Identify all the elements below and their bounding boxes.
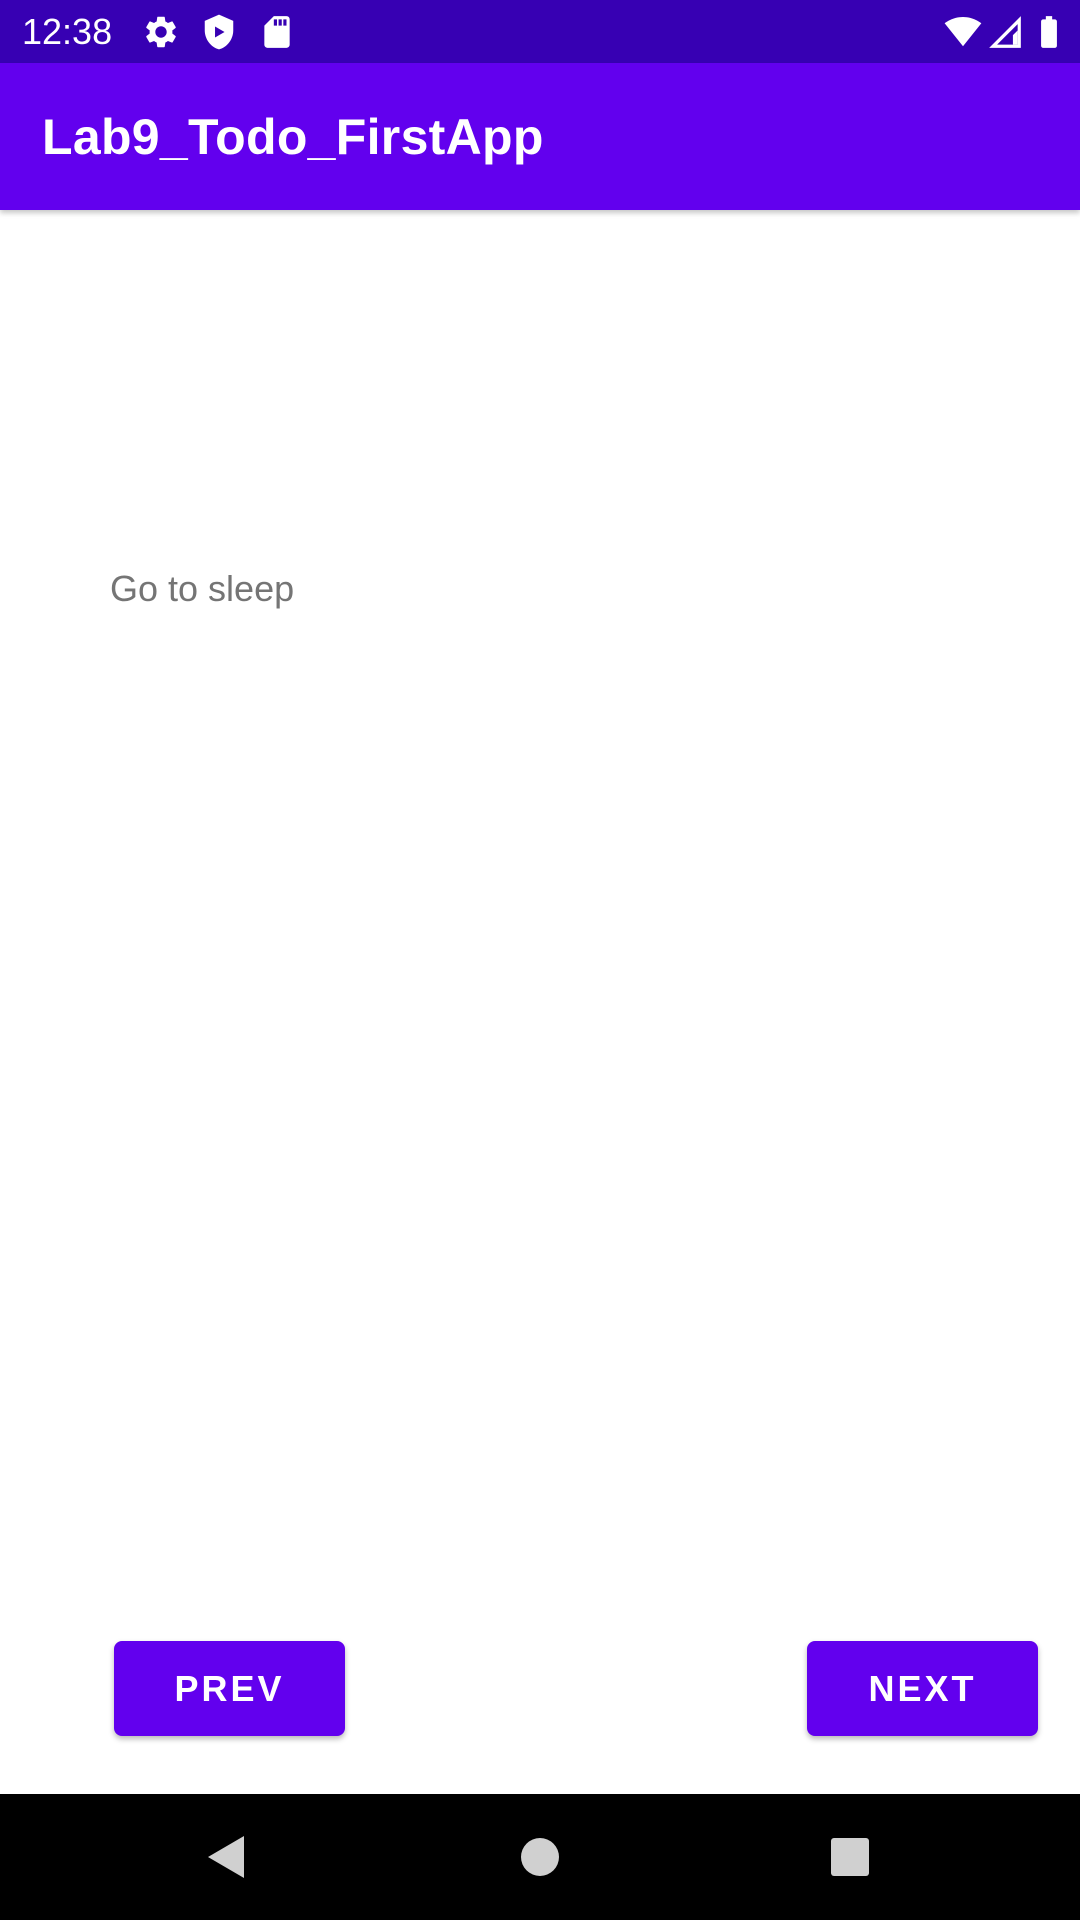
next-button[interactable]: NEXT (807, 1641, 1038, 1736)
sd-card-icon (258, 13, 296, 51)
back-icon[interactable] (189, 1821, 261, 1893)
app-bar: Lab9_Todo_FirstApp (0, 63, 1080, 210)
status-bar: 12:38 (0, 0, 1080, 63)
gear-icon (142, 13, 180, 51)
battery-icon (1030, 13, 1068, 51)
navigation-bar (0, 1794, 1080, 1920)
todo-text: Go to sleep (110, 568, 295, 609)
status-time: 12:38 (22, 11, 113, 52)
app-title: Lab9_Todo_FirstApp (42, 109, 544, 165)
screen: 12:38 Lab9_Todo_FirstApp Go to sleep PRE… (0, 0, 1080, 1920)
home-icon[interactable] (504, 1821, 576, 1893)
shield-icon (200, 13, 238, 51)
wifi-icon (944, 13, 982, 51)
recents-icon[interactable] (814, 1821, 886, 1893)
signal-icon (986, 13, 1024, 51)
prev-button[interactable]: PREV (114, 1641, 345, 1736)
